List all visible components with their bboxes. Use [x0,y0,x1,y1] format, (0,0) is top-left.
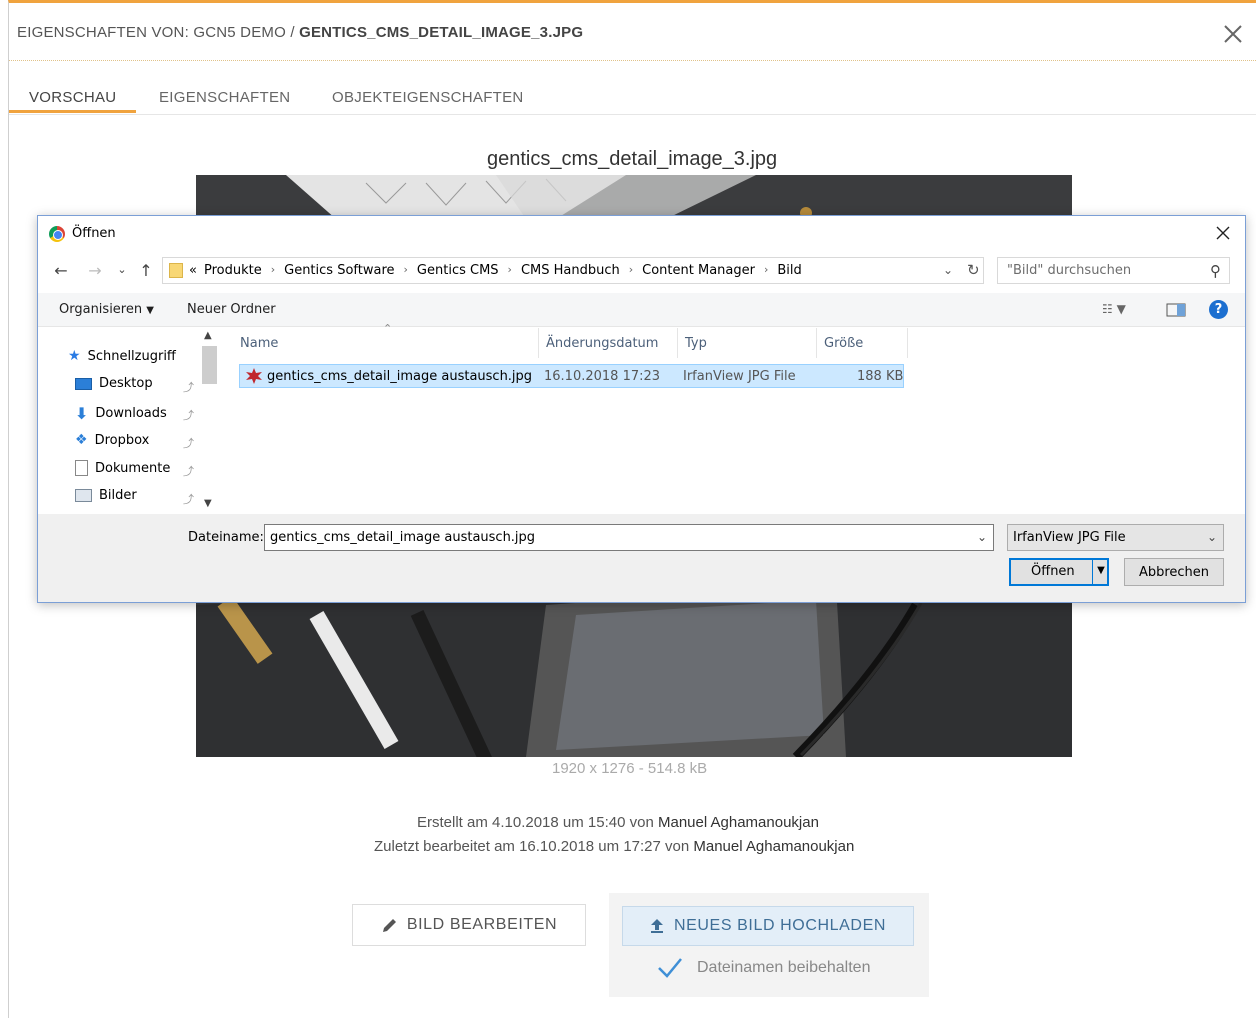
active-tab-indicator [9,110,136,113]
close-icon[interactable] [1222,23,1244,45]
breadcrumb: « Produkte › Gentics Software › Gentics CM… [189,263,802,278]
breadcrumb-gentics-cms[interactable]: Gentics CMS [417,263,499,278]
irfanview-file-icon [245,367,263,389]
open-button[interactable]: Öffnen ▼ [1009,558,1109,586]
chrome-icon [49,226,65,242]
sidebar-item-desktop[interactable]: Desktop [75,376,153,391]
pictures-icon [75,489,92,502]
edit-image-button[interactable]: BILD BEARBEITEN [352,904,586,946]
keep-filename-label: Dateinamen beibehalten [697,959,871,976]
chevron-right-icon: › [403,263,408,276]
chevron-down-icon: ⌄ [1206,530,1217,544]
upload-icon [650,919,663,933]
breadcrumb-overflow[interactable]: « [189,263,197,278]
filename-field: ⌄ [264,524,994,551]
dropbox-icon: ❖ [75,432,88,448]
created-info: Erstellt am 4.10.2018 um 15:40 von Manue… [417,814,819,831]
dropdown-arrow-icon: ▼ [146,305,154,316]
sidebar-item-dokumente[interactable]: Dokumente [75,460,170,476]
edit-image-label: BILD BEARBEITEN [406,916,558,933]
breadcrumb-cms-handbuch[interactable]: CMS Handbuch [521,263,620,278]
download-icon: ⬇ [75,404,89,423]
forward-arrow-icon[interactable]: → [85,261,105,281]
column-date[interactable]: Änderungsdatum [539,328,678,358]
chevron-right-icon: › [507,263,512,276]
back-arrow-icon[interactable]: ← [51,261,71,281]
column-type[interactable]: Typ [678,328,817,358]
modal-header: EIGENSCHAFTEN VON: GCN5 DEMO / GENTICS_C… [9,3,1256,61]
recent-dropdown-icon[interactable]: ⌄ [112,263,132,283]
chevron-down-icon[interactable]: ⌄ [977,530,987,544]
breadcrumb-content-manager[interactable]: Content Manager [642,263,755,278]
modal-title: EIGENSCHAFTEN VON: GCN5 DEMO / GENTICS_C… [17,24,584,41]
preview-pane-icon[interactable] [1166,302,1186,322]
sidebar-item-schnellzugriff[interactable]: ★ Schnellzugriff [68,348,176,364]
breadcrumb-produkte[interactable]: Produkte [204,263,262,278]
pin-icon[interactable]: ⤴ [183,491,194,507]
address-bar[interactable]: « Produkte › Gentics Software › Gentics CM… [162,257,984,284]
pin-icon[interactable]: ⤴ [183,463,194,479]
sidebar-item-downloads[interactable]: ⬇ Downloads [75,404,167,423]
pencil-icon [382,919,396,932]
image-dimensions: 1920 x 1276 - 514.8 kB [552,760,708,777]
filename-input[interactable] [265,525,965,550]
image-title: gentics_cms_detail_image_3.jpg [487,148,778,170]
chevron-right-icon: › [763,263,769,276]
star-icon: ★ [68,348,81,364]
chevron-right-icon: › [270,263,276,276]
pin-icon[interactable]: ⤴ [183,379,194,395]
column-size[interactable]: Größe [817,328,908,358]
view-options-icon[interactable]: ☷ ▼ [1102,302,1126,316]
tab-eigenschaften[interactable]: EIGENSCHAFTEN [159,89,290,115]
sidebar-item-dropbox[interactable]: ❖ Dropbox [75,432,149,448]
file-type-select[interactable]: IrfanView JPG File ⌄ [1007,524,1224,551]
breadcrumb-bild[interactable]: Bild [777,263,801,278]
desktop-icon [75,377,92,390]
pin-icon[interactable]: ⤴ [183,435,194,451]
scrollbar-thumb[interactable] [202,346,217,384]
dialog-title: Öffnen [72,226,116,241]
file-date: 16.10.2018 17:23 [544,369,661,384]
document-icon [75,460,88,476]
checkmark-icon [658,958,682,978]
new-folder-button[interactable]: Neuer Ordner [187,302,276,317]
refresh-icon[interactable]: ↻ [967,261,980,279]
scroll-down-icon[interactable]: ▼ [204,498,212,509]
sidebar-item-bilder[interactable]: Bilder [75,488,137,503]
dialog-footer: Dateiname: ⌄ IrfanView JPG File ⌄ Öffnen… [38,514,1245,602]
tab-bar: VORSCHAU EIGENSCHAFTEN OBJEKTEIGENSCHAFT… [9,83,1256,115]
filename-label: Dateiname: [188,530,264,545]
folder-icon [169,263,183,278]
search-icon[interactable]: ⚲ [1210,262,1221,280]
keep-filename-toggle[interactable]: Dateinamen beibehalten [657,957,870,979]
file-row[interactable]: gentics_cms_detail_image austausch.jpg 1… [239,364,904,388]
organize-menu[interactable]: Organisieren ▼ [59,302,154,317]
breadcrumb-gentics-software[interactable]: Gentics Software [284,263,394,278]
chevron-down-icon[interactable]: ⌄ [943,263,953,277]
column-name[interactable]: Name [233,328,539,358]
pin-icon[interactable]: ⤴ [183,407,194,423]
up-arrow-icon[interactable]: ↑ [136,261,156,281]
file-size: 188 KB [857,369,904,384]
dropdown-arrow-icon[interactable]: ▼ [1092,560,1109,584]
scroll-up-icon[interactable]: ▲ [204,330,212,341]
search-box: ⚲ [997,257,1230,284]
command-bar: Organisieren ▼ Neuer Ordner ☷ ▼ ? [38,293,1245,327]
close-icon[interactable] [1213,223,1233,243]
tab-objekteigenschaften[interactable]: OBJEKTEIGENSCHAFTEN [332,89,524,115]
file-name: gentics_cms_detail_image austausch.jpg [267,369,533,384]
navigation-pane: ★ Schnellzugriff Desktop ⤴ ⬇ Downloads ⤴ ❖… [38,328,218,514]
edited-info: Zuletzt bearbeitet am 16.10.2018 um 17:2… [374,838,855,855]
cancel-button[interactable]: Abbrechen [1124,558,1224,586]
sidebar-scrollbar[interactable]: ▲ ▼ [200,328,218,514]
help-icon[interactable]: ? [1209,300,1228,319]
upload-panel: NEUES BILD HOCHLADEN Dateinamen beibehal… [609,893,929,997]
chevron-right-icon: › [628,263,634,276]
search-input[interactable] [998,258,1198,283]
upload-new-image-button[interactable]: NEUES BILD HOCHLADEN [622,906,914,946]
upload-new-image-label: NEUES BILD HOCHLADEN [673,917,887,934]
open-file-dialog: Öffnen ← → ⌄ ↑ « Produkte › Gentics Softw… [37,215,1246,603]
file-type: IrfanView JPG File [683,369,796,384]
